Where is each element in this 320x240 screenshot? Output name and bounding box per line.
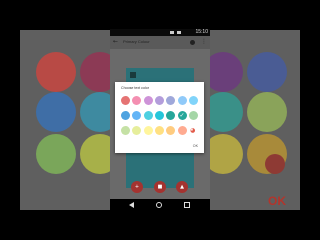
page-title: Primary Colour [123,39,150,44]
color-swatch[interactable] [143,111,153,120]
color-swatch[interactable] [154,96,164,105]
color-swatch[interactable] [132,96,142,105]
color-swatch[interactable] [154,111,164,120]
color-swatch[interactable] [188,111,198,120]
status-time: 15:10 [195,29,208,35]
bg-swatch [36,52,76,92]
dialog-title: Choose text color [121,86,149,90]
palette-icon[interactable]: ◕ [188,126,197,135]
bg-swatch [36,92,76,132]
nav-recent-icon[interactable] [184,202,190,208]
color-swatch[interactable] [154,126,164,135]
battery-icon [177,31,181,34]
color-swatch[interactable] [166,126,176,135]
nav-back-icon[interactable] [129,202,134,208]
status-bar: 15:10 [110,29,210,36]
color-icon[interactable]: ■ [154,181,166,193]
nav-home-icon[interactable] [156,202,162,208]
palette-icon[interactable] [190,40,195,45]
app-bar: ← Primary Colour ⋮ [110,36,210,49]
color-swatch[interactable] [166,111,176,120]
nav-bar [110,199,210,212]
add-icon[interactable]: + [131,181,143,193]
color-dialog: Choose text color ◕ OK [115,82,204,153]
arrow-left-icon[interactable]: ← [113,39,119,45]
color-swatch[interactable] [121,126,130,135]
share-icon[interactable]: ▲ [176,181,188,193]
color-swatch[interactable] [177,111,187,120]
ok-button[interactable]: OK [193,144,198,149]
color-swatch[interactable] [188,96,198,105]
color-swatch[interactable] [143,96,153,105]
bg-swatch [247,92,287,132]
color-swatch[interactable] [121,111,130,120]
action-row: + ■ ▲ [110,179,210,195]
more-vert-icon[interactable]: ⋮ [201,39,207,45]
color-swatch[interactable] [166,96,176,105]
color-swatch[interactable] [177,96,187,105]
bg-swatch [36,134,76,174]
color-swatch[interactable] [177,126,187,135]
bg-palette-icon [265,154,285,174]
bg-ok-label: OK [268,194,286,208]
color-swatch[interactable] [143,126,153,135]
signal-icon [170,31,174,34]
color-swatch[interactable] [132,111,142,120]
color-swatch[interactable] [121,96,130,105]
color-swatch[interactable] [132,126,142,135]
card-icon [130,72,136,78]
bg-swatch [247,52,287,92]
